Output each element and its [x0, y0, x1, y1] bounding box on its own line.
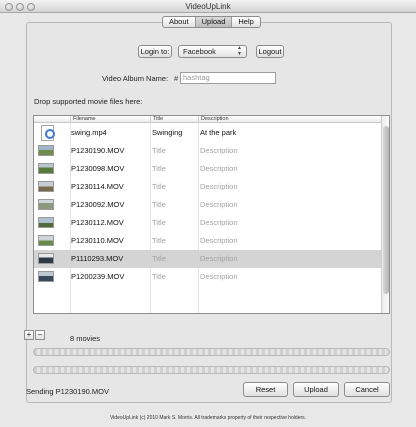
tab-upload[interactable]: Upload	[195, 17, 233, 27]
column-header-filename[interactable]: Filename	[70, 116, 150, 123]
table-row[interactable]: P1230112.MOV Title Description	[34, 214, 383, 232]
column-header-thumbnail[interactable]	[34, 116, 70, 123]
drop-zone-label: Drop supported movie files here:	[34, 97, 143, 106]
table-row[interactable]: P1230110.MOV Title Description	[34, 232, 383, 250]
reset-button[interactable]: Reset	[243, 382, 288, 397]
title-cell[interactable]: Swinging	[152, 128, 182, 137]
video-thumbnail	[38, 181, 54, 192]
description-cell[interactable]: Description	[200, 254, 238, 263]
status-text: Sending P1230190.MOV	[26, 387, 109, 396]
table-row[interactable]: P1230098.MOV Title Description	[34, 160, 383, 178]
title-cell[interactable]: Title	[152, 146, 166, 155]
copyright-footer: VideoUpLink (c) 2010 Mark S. Morris. All…	[109, 415, 307, 421]
title-cell[interactable]: Title	[152, 272, 166, 281]
table-row[interactable]: P1200239.MOV Title Description	[34, 268, 383, 286]
file-progress-bar	[33, 366, 390, 374]
title-cell[interactable]: Title	[152, 164, 166, 173]
tab-bar: About Upload Help	[162, 16, 261, 28]
title-cell[interactable]: Title	[152, 218, 166, 227]
scrollbar-thumb[interactable]	[383, 126, 389, 294]
description-cell[interactable]: Description	[200, 182, 238, 191]
video-thumbnail	[38, 199, 54, 210]
video-thumbnail	[38, 163, 54, 174]
description-cell[interactable]: Description	[200, 164, 238, 173]
description-cell[interactable]: Description	[200, 218, 238, 227]
video-thumbnail	[38, 235, 54, 246]
description-cell[interactable]: Description	[200, 200, 238, 209]
title-cell[interactable]: Title	[152, 254, 166, 263]
video-thumbnail	[38, 253, 54, 264]
logout-button[interactable]: Logout	[256, 45, 284, 58]
table-row[interactable]: swing.mp4 Swinging At the park	[34, 124, 383, 142]
title-cell[interactable]: Title	[152, 236, 166, 245]
document-icon	[41, 125, 55, 141]
column-header-title[interactable]: Title	[150, 116, 198, 123]
remove-movie-button[interactable]: –	[35, 330, 45, 340]
service-select-value: Facebook	[183, 47, 216, 56]
add-movie-button[interactable]: +	[24, 330, 34, 340]
column-header-description[interactable]: Description	[198, 116, 383, 123]
description-cell[interactable]: Description	[200, 146, 238, 155]
app-window: VideoUpLink About Upload Help Login to: …	[0, 0, 416, 427]
select-arrows-icon: ▲ ▼	[237, 45, 242, 57]
title-cell[interactable]: Title	[152, 200, 166, 209]
filename-cell[interactable]: P1110293.MOV	[71, 254, 123, 263]
filename-cell[interactable]: P1230092.MOV	[71, 200, 124, 209]
description-cell[interactable]: Description	[200, 272, 238, 281]
album-name-input[interactable]: hashtag	[180, 72, 276, 84]
upload-button[interactable]: Upload	[293, 382, 339, 397]
login-button[interactable]: Login to:	[138, 45, 172, 58]
video-thumbnail	[38, 145, 54, 156]
album-name-label: Video Album Name:	[102, 74, 169, 83]
table-row[interactable]: P1230114.MOV Title Description	[34, 178, 383, 196]
title-bar[interactable]: VideoUpLink	[0, 0, 416, 13]
table-row[interactable]: P1110293.MOV Title Description	[34, 250, 383, 268]
tab-help[interactable]: Help	[232, 17, 259, 27]
cancel-button[interactable]: Cancel	[344, 382, 390, 397]
video-thumbnail	[38, 271, 54, 282]
overall-progress-bar	[33, 348, 390, 356]
video-thumbnail	[38, 217, 54, 228]
filename-cell[interactable]: swing.mp4	[71, 128, 107, 137]
filename-cell[interactable]: P1230112.MOV	[71, 218, 124, 227]
description-cell[interactable]: At the park	[200, 128, 236, 137]
window-title: VideoUpLink	[185, 2, 231, 11]
table-row[interactable]: P1230190.MOV Title Description	[34, 142, 383, 160]
title-cell[interactable]: Title	[152, 182, 166, 191]
table-row[interactable]: P1230092.MOV Title Description	[34, 196, 383, 214]
filename-cell[interactable]: P1230110.MOV	[71, 236, 124, 245]
filename-cell[interactable]: P1230098.MOV	[71, 164, 124, 173]
filename-cell[interactable]: P1230114.MOV	[71, 182, 124, 191]
filename-cell[interactable]: P1230190.MOV	[71, 146, 124, 155]
movie-count: 8 movies	[70, 334, 101, 343]
table-header: Filename Title Description	[34, 116, 383, 123]
description-cell[interactable]: Description	[200, 236, 238, 245]
hash-symbol: #	[174, 74, 179, 83]
table-scrollbar[interactable]	[381, 116, 389, 313]
service-select[interactable]: Facebook ▲ ▼	[178, 45, 247, 58]
movie-table[interactable]: Filename Title Description swing.mp4 Swin…	[33, 115, 390, 314]
tab-about[interactable]: About	[163, 17, 196, 27]
filename-cell[interactable]: P1200239.MOV	[71, 272, 124, 281]
